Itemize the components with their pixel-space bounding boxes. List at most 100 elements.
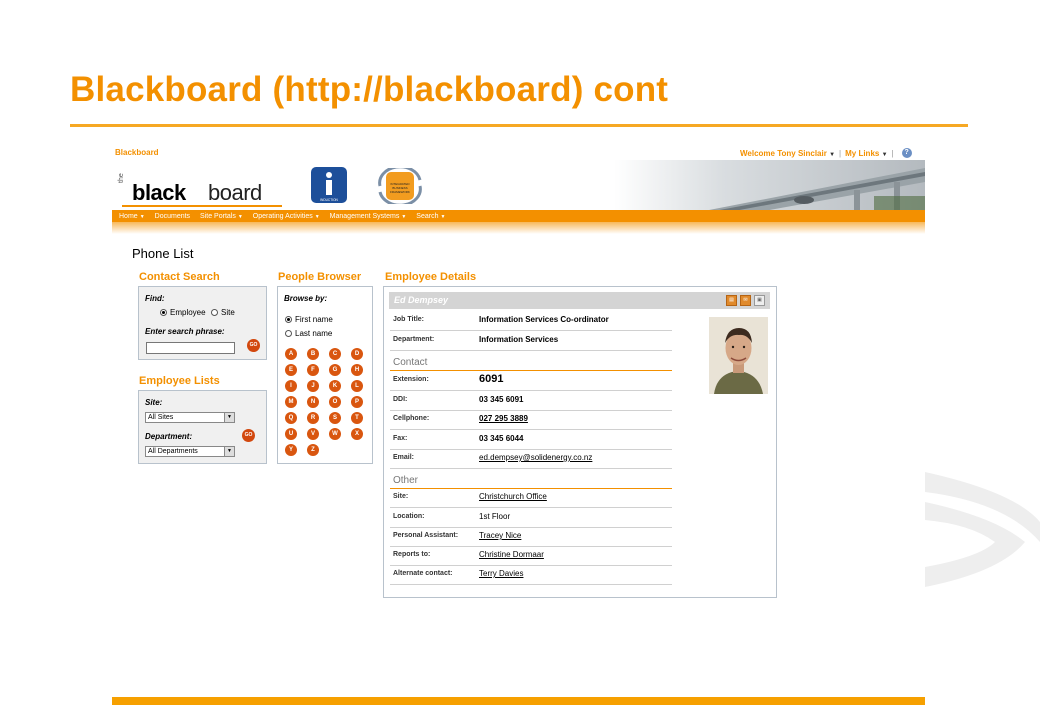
alternate-contact-link[interactable]: Terry Davies xyxy=(479,569,523,578)
nav-item-management-systems[interactable]: Management Systems ▼ xyxy=(330,213,407,220)
nav-item-documents[interactable]: Documents xyxy=(155,213,190,220)
detail-row-personal-assistant: Personal Assistant: Tracey Nice xyxy=(390,527,672,547)
letter-button-d[interactable]: D xyxy=(351,348,363,360)
my-links-menu[interactable]: My Links ▼ xyxy=(845,149,887,158)
letter-button-g[interactable]: G xyxy=(329,364,341,376)
letter-button-f[interactable]: F xyxy=(307,364,319,376)
radio-icon[interactable] xyxy=(211,309,218,316)
email-link[interactable]: ed.dempsey@solidenergy.co.nz xyxy=(479,453,592,462)
blackboard-logo[interactable]: the black board xyxy=(118,173,283,208)
search-phrase-label: Enter search phrase: xyxy=(145,327,225,336)
other-heading: Other xyxy=(393,475,419,486)
letter-button-h[interactable]: H xyxy=(351,364,363,376)
find-employee-radio[interactable]: Employee xyxy=(160,308,206,317)
detail-row-department: Department: Information Services xyxy=(390,331,672,351)
letter-button-q[interactable]: Q xyxy=(285,412,297,424)
letter-button-u[interactable]: U xyxy=(285,428,297,440)
contact-search-panel: Find: Employee Site Enter search phrase:… xyxy=(138,286,267,360)
search-phrase-input[interactable] xyxy=(146,342,235,354)
letter-button-y[interactable]: Y xyxy=(285,444,297,456)
letter-button-z[interactable]: Z xyxy=(307,444,319,456)
nav-item-home[interactable]: Home ▼ xyxy=(119,213,145,220)
detail-row-ddi: DDI: 03 345 6091 xyxy=(390,391,672,411)
chevron-down-icon: ▼ xyxy=(881,151,888,158)
nav-item-operating-activities[interactable]: Operating Activities ▼ xyxy=(253,213,320,220)
letter-button-m[interactable]: M xyxy=(285,396,297,408)
employee-lists-panel: Site: All Sites ▼ Department: GO All Dep… xyxy=(138,390,267,464)
department-label: Department: xyxy=(145,432,193,441)
letter-button-n[interactable]: N xyxy=(307,396,319,408)
personal-assistant-link[interactable]: Tracey Nice xyxy=(479,531,521,540)
department-select[interactable]: All Departments ▼ xyxy=(145,446,235,457)
title-rule xyxy=(70,124,968,127)
separator: | xyxy=(891,148,894,158)
chevron-down-icon: ▼ xyxy=(401,213,407,220)
letter-button-s[interactable]: S xyxy=(329,412,341,424)
svg-text:FRAMEWORK: FRAMEWORK xyxy=(390,190,410,194)
site-select[interactable]: All Sites ▼ xyxy=(145,412,235,423)
employee-photo xyxy=(709,317,768,394)
print-icon[interactable]: ▣ xyxy=(754,295,765,306)
detail-row-location: Location: 1st Floor xyxy=(390,508,672,528)
reports-to-link[interactable]: Christine Dormaar xyxy=(479,550,544,559)
detail-row-reports-to: Reports to: Christine Dormaar xyxy=(390,546,672,566)
vcard-icon[interactable]: ▤ xyxy=(726,295,737,306)
chevron-down-icon: ▼ xyxy=(440,213,446,220)
email-icon[interactable]: ✉ xyxy=(740,295,751,306)
employee-details-title: Employee Details xyxy=(385,271,477,283)
radio-icon[interactable] xyxy=(285,330,292,337)
browse-last-name-radio[interactable]: Last name xyxy=(285,329,332,338)
contact-search-title: Contact Search xyxy=(139,271,220,283)
letter-button-b[interactable]: B xyxy=(307,348,319,360)
find-site-radio[interactable]: Site xyxy=(211,308,235,317)
contact-search-go-button[interactable]: GO xyxy=(247,339,260,352)
app-name[interactable]: Blackboard xyxy=(115,148,159,157)
integrated-business-framework-icon[interactable]: INTEGRATED BUSINESS FRAMEWORK xyxy=(372,168,428,204)
page-title: Phone List xyxy=(132,246,194,261)
help-icon[interactable]: ? xyxy=(901,148,912,158)
letter-button-r[interactable]: R xyxy=(307,412,319,424)
site-link[interactable]: Christchurch Office xyxy=(479,492,547,501)
employee-lists-go-button[interactable]: GO xyxy=(242,429,255,442)
letter-button-j[interactable]: J xyxy=(307,380,319,392)
letter-button-o[interactable]: O xyxy=(329,396,341,408)
employee-name: Ed Dempsey xyxy=(394,295,449,305)
letter-button-a[interactable]: A xyxy=(285,348,297,360)
nav-item-search[interactable]: Search ▼ xyxy=(416,213,445,220)
chevron-down-icon: ▼ xyxy=(829,151,836,158)
chevron-down-icon: ▼ xyxy=(314,213,320,220)
chevron-down-icon: ▼ xyxy=(237,213,243,220)
letter-button-i[interactable]: I xyxy=(285,380,297,392)
chevron-down-icon[interactable]: ▼ xyxy=(224,413,234,422)
letter-button-k[interactable]: K xyxy=(329,380,341,392)
chevron-down-icon: ▼ xyxy=(139,213,145,220)
letter-button-x[interactable]: X xyxy=(351,428,363,440)
browse-by-label: Browse by: xyxy=(284,294,328,303)
swoosh-logo-icon xyxy=(925,472,1040,587)
letter-button-e[interactable]: E xyxy=(285,364,297,376)
detail-row-extension: Extension: 6091 xyxy=(390,371,672,391)
detail-row-alternate-contact: Alternate contact: Terry Davies xyxy=(390,565,672,585)
letter-button-t[interactable]: T xyxy=(351,412,363,424)
separator: | xyxy=(839,148,842,158)
letter-button-w[interactable]: W xyxy=(329,428,341,440)
site-label: Site: xyxy=(145,398,163,407)
chevron-down-icon[interactable]: ▼ xyxy=(224,447,234,456)
detail-row-email: Email: ed.dempsey@solidenergy.co.nz xyxy=(390,449,672,469)
employee-lists-title: Employee Lists xyxy=(139,375,220,387)
radio-icon[interactable] xyxy=(160,309,167,316)
letter-button-p[interactable]: P xyxy=(351,396,363,408)
letter-button-l[interactable]: L xyxy=(351,380,363,392)
nav-item-site-portals[interactable]: Site Portals ▼ xyxy=(200,213,243,220)
slide-title: Blackboard (http://blackboard) cont xyxy=(70,70,669,109)
employee-name-bar: Ed Dempsey ▤ ✉ ▣ xyxy=(389,292,770,309)
header-bridge-photo xyxy=(614,160,925,211)
letter-button-v[interactable]: V xyxy=(307,428,319,440)
letter-button-c[interactable]: C xyxy=(329,348,341,360)
cellphone-link[interactable]: 027 295 3889 xyxy=(479,414,528,423)
radio-icon[interactable] xyxy=(285,316,292,323)
induction-info-icon[interactable]: INDUCTION xyxy=(310,166,348,204)
welcome-menu[interactable]: Welcome Tony Sinclair ▼ xyxy=(740,149,835,158)
browse-first-name-radio[interactable]: First name xyxy=(285,315,333,324)
detail-row-cellphone: Cellphone: 027 295 3889 xyxy=(390,410,672,430)
